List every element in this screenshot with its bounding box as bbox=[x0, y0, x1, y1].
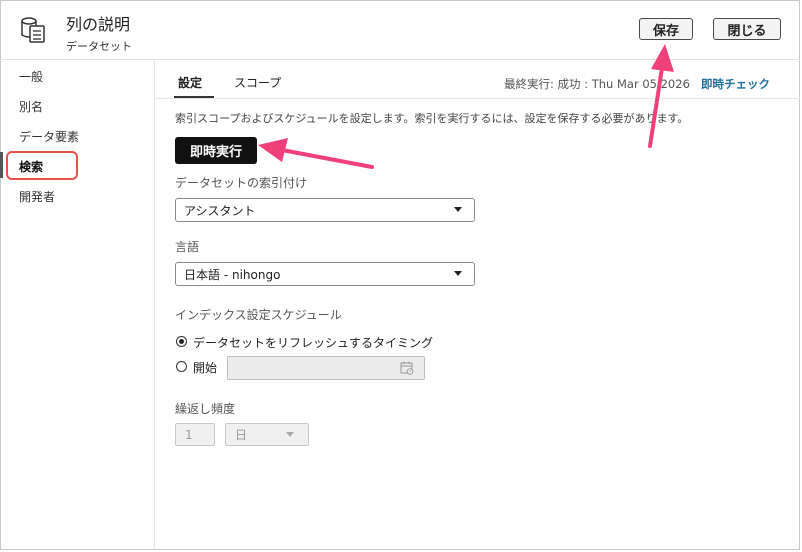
annotation-arrows bbox=[258, 44, 674, 169]
arrow-to-run-now bbox=[258, 138, 374, 169]
arrow-to-save bbox=[648, 44, 674, 148]
